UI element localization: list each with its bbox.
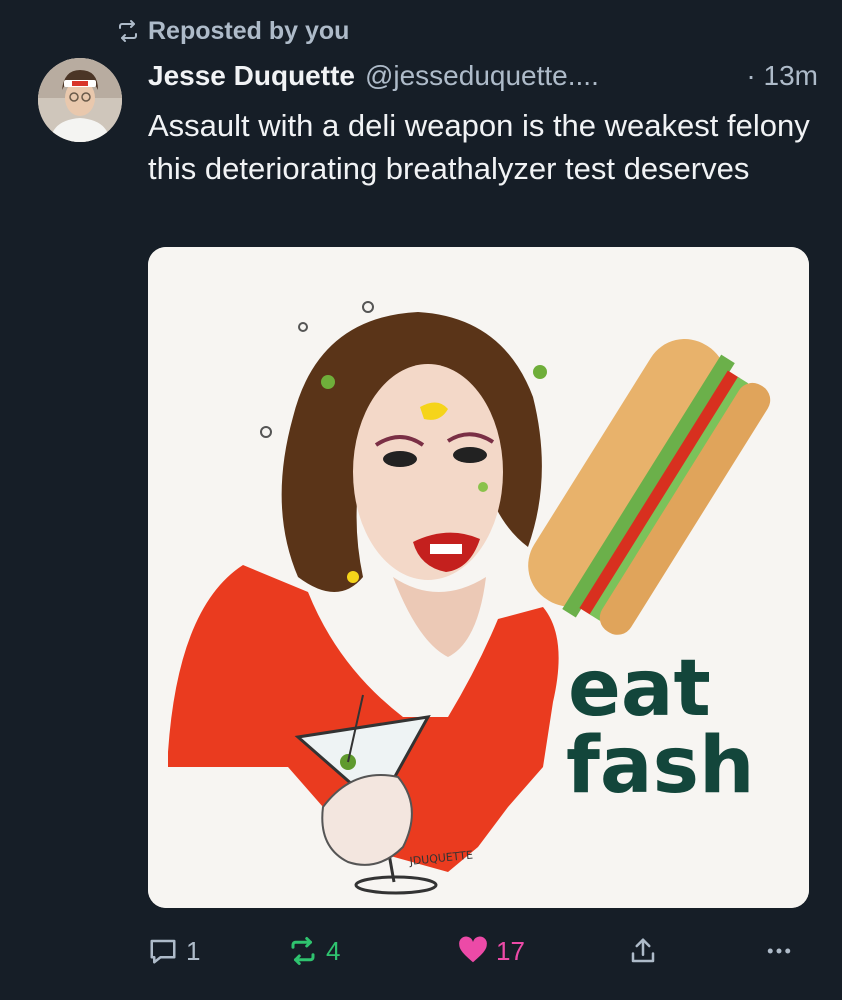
share-button[interactable] — [628, 926, 658, 976]
headline-fash: fash — [566, 721, 755, 811]
post-text: Assault with a deli weapon is the weakes… — [148, 108, 810, 186]
repost-icon — [119, 20, 137, 42]
avatar-photo — [38, 58, 122, 142]
more-options-button[interactable] — [764, 926, 794, 976]
like-count: 17 — [496, 935, 525, 966]
repost-icon — [291, 937, 315, 965]
repost-count: 4 — [326, 935, 341, 966]
reply-icon — [150, 939, 176, 964]
illustration: eat fash JDUQUETTE — [148, 247, 809, 908]
like-button[interactable]: 17 — [458, 926, 525, 976]
author-name[interactable]: Jesse Duquette — [148, 60, 355, 92]
post-actions: 1 4 17 — [148, 926, 808, 976]
repost-button[interactable]: 4 — [288, 926, 340, 976]
post-image[interactable]: eat fash JDUQUETTE — [148, 247, 809, 908]
author-handle[interactable]: @jesseduquette.... — [365, 60, 599, 92]
ellipsis-icon — [767, 948, 791, 954]
post-timestamp[interactable]: · 13m — [746, 60, 818, 92]
repost-banner-text: Reposted by you — [148, 16, 350, 45]
reply-count: 1 — [186, 935, 201, 966]
heart-icon — [459, 936, 487, 963]
avatar[interactable] — [38, 58, 122, 142]
repost-banner[interactable]: Reposted by you — [116, 14, 349, 48]
reply-button[interactable]: 1 — [148, 926, 200, 976]
post-header: Jesse Duquette @jesseduquette.... · 13m — [148, 56, 818, 96]
share-icon — [631, 938, 655, 963]
